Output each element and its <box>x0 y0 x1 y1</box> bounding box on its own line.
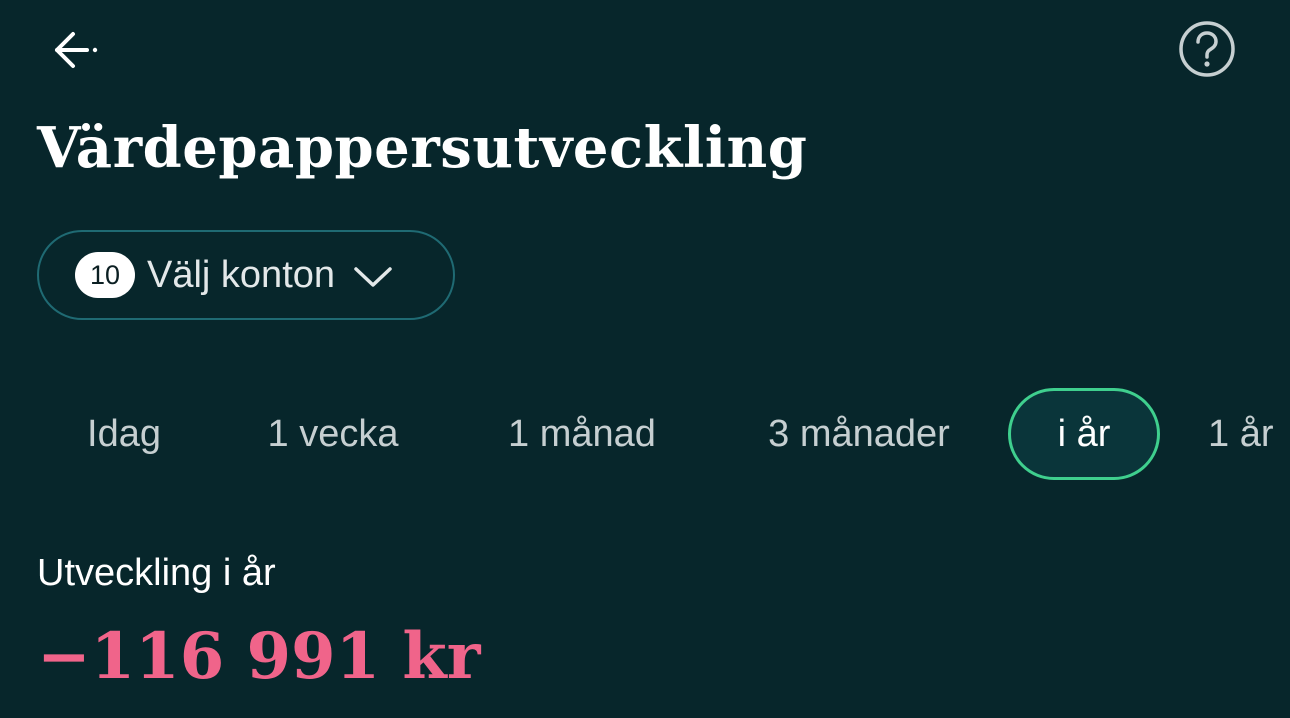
period-tabs: Idag 1 vecka 1 månad 3 månader i år 1 år <box>0 388 1290 480</box>
question-circle-icon <box>1179 21 1235 77</box>
development-value: −116 991 kr <box>37 619 481 694</box>
account-selector-dropdown[interactable]: 10 Välj konton <box>37 230 455 320</box>
tab-1-ar[interactable]: 1 år <box>1194 388 1290 480</box>
tab-i-ar[interactable]: i år <box>1008 388 1160 480</box>
account-selector-label: Välj konton <box>147 253 336 296</box>
tab-3-manader[interactable]: 3 månader <box>734 388 984 480</box>
tab-1-vecka[interactable]: 1 vecka <box>232 388 434 480</box>
tab-1-manad[interactable]: 1 månad <box>478 388 686 480</box>
help-button[interactable] <box>1176 18 1238 80</box>
page-title: Värdepappersutveckling <box>37 115 808 181</box>
back-button[interactable] <box>40 22 110 78</box>
chevron-down-icon <box>353 265 393 289</box>
development-label: Utveckling i år <box>37 552 276 594</box>
arrow-left-icon <box>55 32 98 68</box>
tab-idag[interactable]: Idag <box>64 388 184 480</box>
account-count-badge: 10 <box>75 252 135 298</box>
